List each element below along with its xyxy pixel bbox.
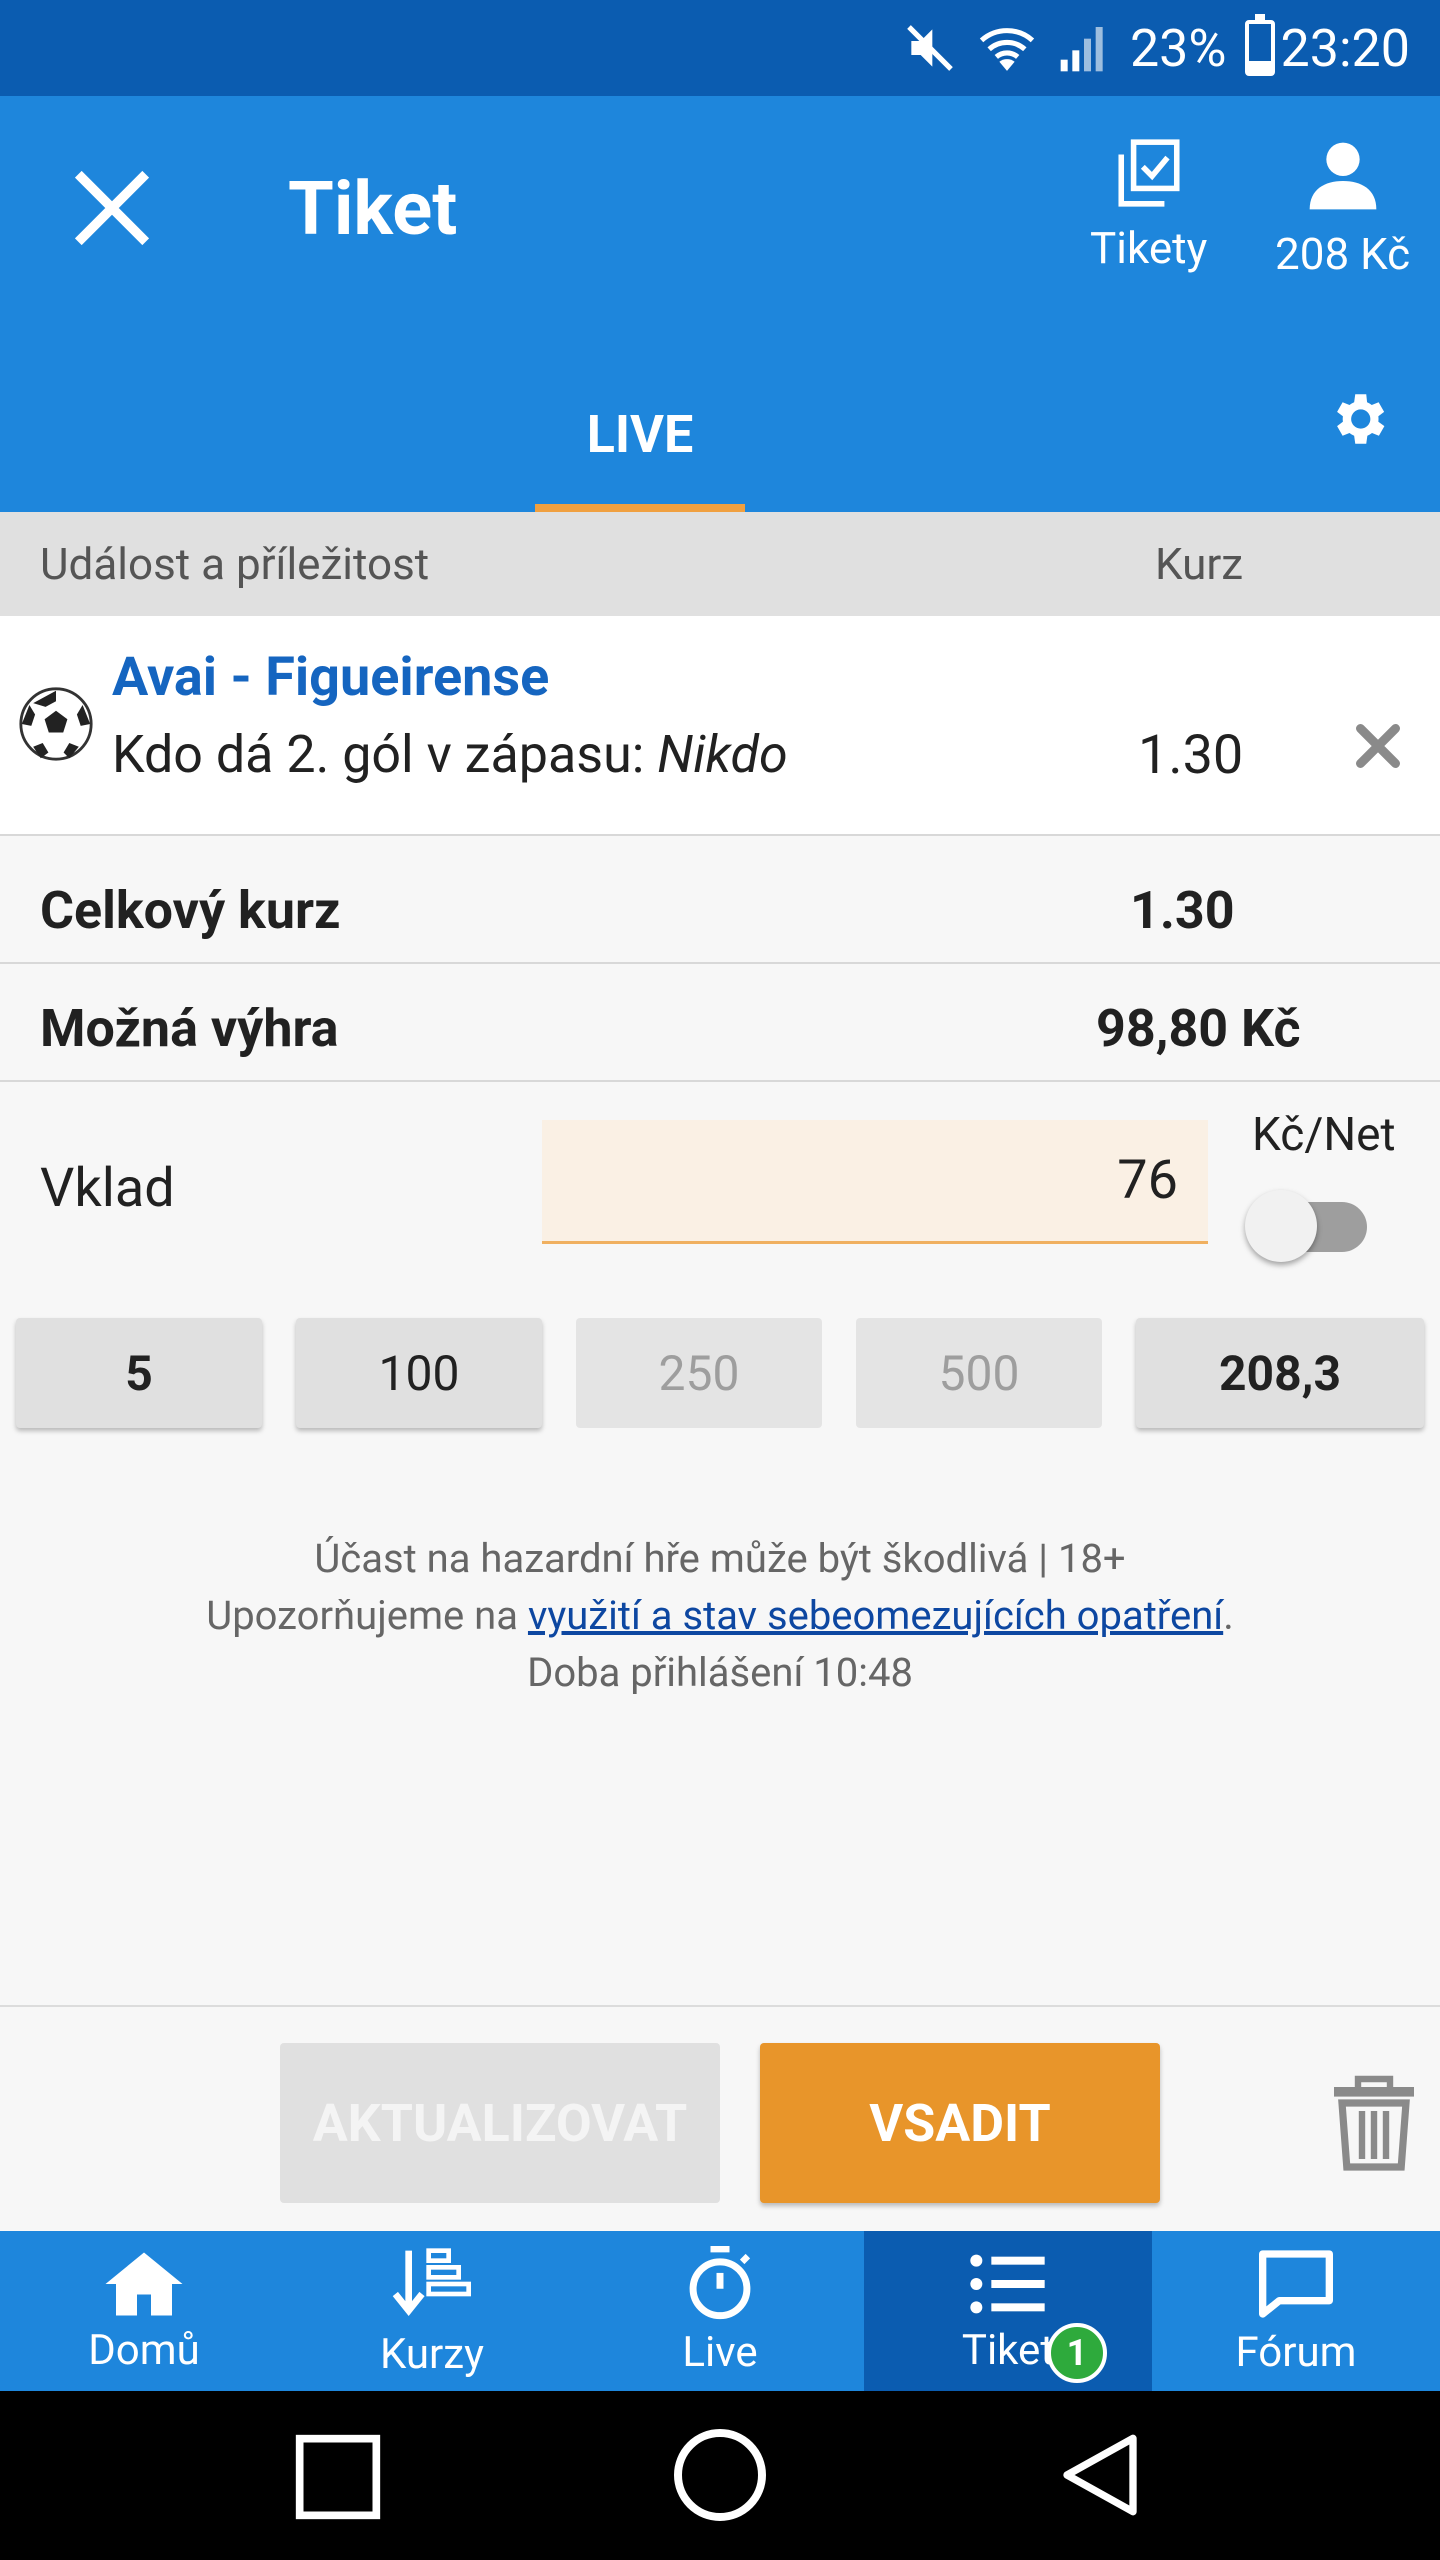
odds-icon	[392, 2247, 471, 2316]
self-limit-notice: Upozorňujeme na využití a stav sebeomezu…	[206, 1592, 1234, 1639]
gambling-warning: Účast na hazardní hře může být škodlivá …	[314, 1535, 1126, 1582]
recents-button[interactable]	[292, 2431, 384, 2527]
gear-icon	[1337, 394, 1385, 444]
soccer-ball-icon	[18, 686, 94, 766]
home-icon	[105, 2252, 183, 2315]
nav-item-home[interactable]: Domů	[0, 2231, 288, 2391]
home-system-button[interactable]	[672, 2427, 768, 2527]
possible-win-value: 98,80 Kč	[1096, 998, 1301, 1059]
currency-toggle-label: Kč/Net	[1252, 1108, 1396, 1162]
nav-item-ticket[interactable]: Tiket 1	[864, 2231, 1152, 2391]
account-button[interactable]: 208 Kč	[1275, 136, 1410, 280]
stake-label: Vklad	[40, 1157, 175, 1220]
close-icon	[1356, 724, 1400, 768]
settings-button[interactable]	[1325, 386, 1391, 456]
mute-icon	[902, 20, 958, 76]
place-bet-button[interactable]: VSADIT	[760, 2043, 1160, 2203]
chat-icon	[1259, 2249, 1333, 2318]
bet-table-header: Událost a příležitost Kurz	[0, 512, 1440, 616]
quick-amount-button[interactable]: 250	[576, 1318, 822, 1428]
trash-icon	[1334, 2075, 1414, 2171]
signal-icon	[1056, 20, 1112, 76]
nav-item-live[interactable]: Live	[576, 2231, 864, 2391]
quick-amount-button[interactable]: 5	[16, 1318, 262, 1428]
tab-live[interactable]: LIVE	[535, 356, 745, 512]
action-bar: AKTUALIZOVAT VSADIT	[0, 2005, 1440, 2231]
battery-icon	[1244, 14, 1275, 76]
update-button[interactable]: AKTUALIZOVAT	[280, 2043, 720, 2203]
close-icon	[74, 170, 150, 246]
tickets-label: Tikety	[1090, 222, 1208, 274]
bottom-nav: Domů Kurzy Live Tiket 1 Fórum	[0, 2231, 1440, 2391]
page-title: Tiket	[288, 166, 458, 253]
selection-value: Nikdo	[657, 724, 788, 785]
stake-input[interactable]	[542, 1120, 1208, 1244]
quick-amount-button[interactable]: 100	[296, 1318, 542, 1428]
event-column-header: Událost a příležitost	[40, 538, 430, 590]
total-odds-value: 1.30	[1130, 880, 1235, 941]
gambling-info: Účast na hazardní hře může být škodlivá …	[0, 1530, 1440, 1701]
status-bar: 23% 23:20	[0, 0, 1440, 96]
bet-odds: 1.30	[1138, 724, 1244, 787]
possible-win-row: Možná výhra 98,80 Kč	[0, 964, 1440, 1082]
nav-item-odds[interactable]: Kurzy	[288, 2231, 576, 2391]
clock: 23:20	[1280, 17, 1411, 79]
total-odds-row: Celkový kurz 1.30	[0, 846, 1440, 964]
currency-toggle[interactable]	[1245, 1180, 1375, 1262]
bet-row: Avai - Figueirense Kdo dá 2. gól v zápas…	[0, 616, 1440, 836]
triangle-back-icon	[1063, 2434, 1137, 2516]
quick-amount-button[interactable]: 500	[856, 1318, 1102, 1428]
login-duration: Doba přihlášení 10:48	[527, 1649, 913, 1696]
total-odds-label: Celkový kurz	[40, 880, 341, 941]
delete-ticket-button[interactable]	[1330, 2075, 1418, 2175]
stopwatch-icon	[689, 2245, 751, 2319]
list-icon	[970, 2254, 1045, 2313]
odds-column-header: Kurz	[1155, 538, 1244, 590]
battery-percent: 23%	[1129, 17, 1227, 79]
system-nav-bar	[0, 2391, 1440, 2560]
quick-amount-button[interactable]: 208,3	[1136, 1318, 1424, 1428]
self-limit-link[interactable]: využití a stav sebeomezujících opatření	[528, 1592, 1223, 1639]
remove-bet-button[interactable]	[1348, 716, 1408, 780]
nav-item-forum[interactable]: Fórum	[1152, 2231, 1440, 2391]
app-header: Tiket Tikety 208 Kč LIVE	[0, 96, 1440, 512]
back-button[interactable]	[1056, 2429, 1144, 2525]
close-button[interactable]	[60, 156, 164, 260]
tickets-button[interactable]: Tikety	[1090, 136, 1207, 274]
square-icon	[295, 2434, 381, 2520]
tickets-icon	[1118, 139, 1180, 207]
ticket-count-badge: 1	[1047, 2323, 1107, 2383]
user-icon	[1309, 142, 1376, 210]
bet-selection: Kdo dá 2. gól v zápasu: Nikdo	[112, 724, 788, 785]
balance-label: 208 Kč	[1275, 228, 1411, 280]
possible-win-label: Možná výhra	[40, 998, 339, 1059]
match-name[interactable]: Avai - Figueirense	[112, 646, 549, 709]
wifi-icon	[976, 20, 1038, 76]
toggle-thumb	[1245, 1190, 1317, 1262]
circle-icon	[674, 2429, 766, 2521]
